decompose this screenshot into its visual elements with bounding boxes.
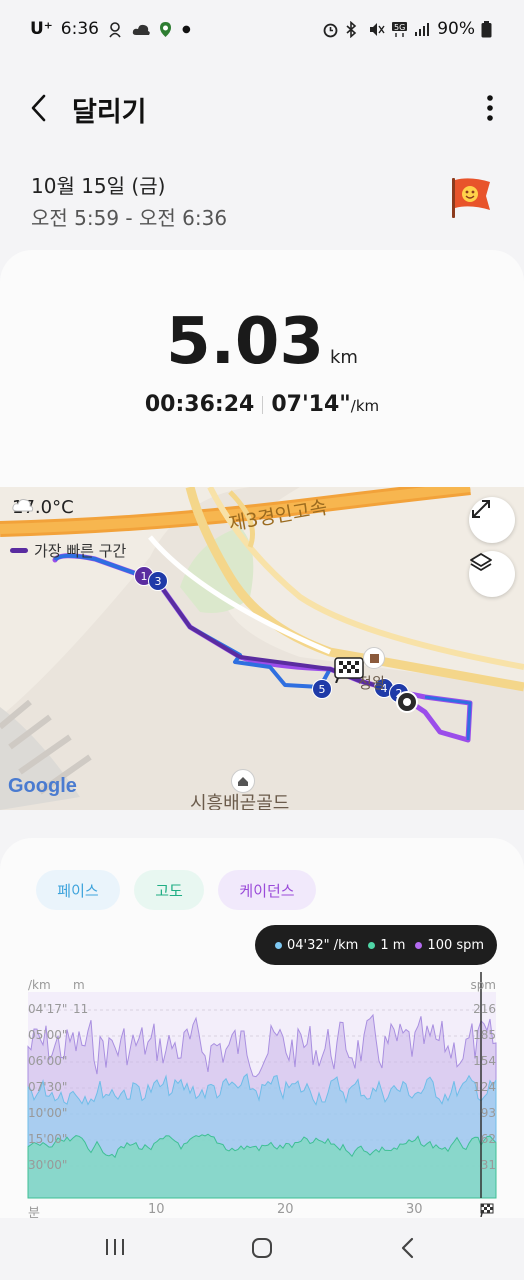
metrics-chart[interactable]: /km m spm 04'17" 11 05'00" 06'00" 07'30"… xyxy=(0,972,524,1218)
back-arrow-icon xyxy=(31,94,46,122)
pace-tick: 10'00" xyxy=(28,1106,68,1120)
distance-unit: km xyxy=(329,347,358,368)
more-options-button[interactable] xyxy=(484,92,496,124)
carrier-label: U⁺ xyxy=(30,19,53,39)
recent-apps-button[interactable] xyxy=(104,1236,126,1262)
home-button[interactable] xyxy=(250,1236,274,1264)
x-tick: 20 xyxy=(277,1202,294,1217)
cadence-dot xyxy=(415,941,423,949)
cadence-tick: 216 xyxy=(473,1002,496,1016)
5g-icon: 5G xyxy=(391,21,408,38)
summary-card: 5.03 km 00:36:24 07'14"/km 17.0°C 가장 빠른 … xyxy=(0,250,524,810)
cadence-tick: 124 xyxy=(473,1080,496,1094)
back-nav-button[interactable] xyxy=(398,1236,418,1264)
app-bar: 달리기 xyxy=(0,82,524,134)
elevation-axis-unit: m xyxy=(73,978,85,992)
pace-tick: 05'00" xyxy=(28,1028,68,1042)
more-vert-icon xyxy=(487,95,493,121)
metrics-chart-card: 페이스 고도 케이던스 04'32" /km 1 m 100 spm /km m… xyxy=(0,838,524,1218)
cadence-tick: 31 xyxy=(480,1158,496,1172)
cadence-axis-unit: spm xyxy=(470,978,496,992)
legend-label: 가장 빠른 구간 xyxy=(34,542,127,560)
session-date: 10월 15일 (금) xyxy=(31,174,166,198)
cadence-tick: 93 xyxy=(480,1106,496,1120)
battery-percent: 90% xyxy=(437,19,475,39)
cadence-tick: 62 xyxy=(480,1132,496,1146)
map-layers-button[interactable] xyxy=(469,551,515,597)
flag-badge-icon[interactable] xyxy=(448,176,494,220)
tooltip-pace-value: 04'32" /km xyxy=(287,937,359,953)
pace-tick: 06'00" xyxy=(28,1054,68,1068)
avg-pace-unit: /km xyxy=(350,397,380,415)
route-map[interactable]: 17.0°C 가장 빠른 구간 제3경인고속 1 3 5 4 2 정왕 시흥 xyxy=(0,487,524,810)
segment-marker-3: 3 xyxy=(148,571,168,591)
tooltip-pace: 04'32" /km xyxy=(275,938,358,953)
duration-pace-row: 00:36:24 07'14"/km xyxy=(0,392,524,417)
system-nav-bar xyxy=(0,1218,524,1280)
pace-dot xyxy=(275,941,282,949)
poi-label: 시흥배곧골드 xyxy=(190,793,290,810)
elevation-chip[interactable]: 고도 xyxy=(134,870,204,910)
metric-chips: 페이스 고도 케이던스 xyxy=(36,870,316,910)
battery-icon xyxy=(481,20,498,38)
fastest-segment-swatch xyxy=(10,548,28,553)
notification-dot: ● xyxy=(181,23,191,35)
distance-value: 5.03 xyxy=(166,305,324,379)
recents-icon xyxy=(106,1239,124,1255)
expand-icon xyxy=(472,500,490,518)
poi-shop-glyph xyxy=(370,654,379,663)
stat-divider xyxy=(262,396,264,414)
elevation-tick: 11 xyxy=(73,1002,89,1016)
layers-icon xyxy=(470,553,492,571)
poi-shop-icon xyxy=(363,647,385,669)
chart-tooltip: 04'32" /km 1 m 100 spm xyxy=(255,925,497,965)
status-time: 6:36 xyxy=(60,19,99,39)
cloud-icon xyxy=(132,21,150,38)
x-axis-finish-flag-icon xyxy=(480,1202,494,1218)
pace-axis-unit: /km xyxy=(28,978,51,992)
cadence-tick: 185 xyxy=(473,1028,496,1042)
pace-tick: 30'00" xyxy=(28,1158,68,1172)
page-title: 달리기 xyxy=(72,97,147,128)
session-time-range: 오전 5:59 - 오전 6:36 xyxy=(31,206,228,230)
google-attribution: Google xyxy=(8,775,77,798)
start-marker-dot xyxy=(403,698,411,706)
cadence-tick: 154 xyxy=(473,1054,496,1068)
distance-display: 5.03 km xyxy=(0,305,524,379)
pace-tick: 15'00" xyxy=(28,1132,68,1146)
elevation-dot xyxy=(368,941,376,949)
pace-tick: 04'17" xyxy=(28,1002,68,1016)
weather-info: 17.0°C xyxy=(12,497,74,518)
map-legend: 가장 빠른 구간 xyxy=(10,540,126,561)
cloud-weather-icon xyxy=(12,499,34,512)
tooltip-cadence: 100 spm xyxy=(415,938,484,953)
avg-pace-value: 07'14" xyxy=(271,392,351,417)
mute-icon xyxy=(368,21,385,38)
back-nav-icon xyxy=(401,1237,414,1259)
duration-value: 00:36:24 xyxy=(144,392,255,417)
back-button[interactable] xyxy=(26,90,54,126)
expand-map-button[interactable] xyxy=(469,497,515,543)
signal-icon xyxy=(414,21,431,38)
tooltip-elevation: 1 m xyxy=(368,938,405,953)
google-logo-text: Google xyxy=(8,775,77,797)
start-marker-icon xyxy=(396,691,418,713)
svg-text:5G: 5G xyxy=(394,23,405,32)
bluetooth-icon xyxy=(345,20,362,38)
cadence-chip[interactable]: 케이던스 xyxy=(218,870,316,910)
segment-marker-5: 5 xyxy=(312,679,332,699)
x-tick: 30 xyxy=(406,1202,423,1217)
pace-chip[interactable]: 페이스 xyxy=(36,870,120,910)
dog-icon xyxy=(107,21,124,38)
status-bar: U⁺ 6:36 ● 5G 90% xyxy=(0,0,524,58)
home-nav-icon xyxy=(252,1238,272,1258)
x-tick: 10 xyxy=(148,1202,165,1217)
alarm-icon xyxy=(322,21,339,38)
tooltip-elevation-value: 1 m xyxy=(380,937,406,953)
map-canvas xyxy=(0,487,524,810)
pace-tick: 07'30" xyxy=(28,1080,68,1094)
maps-icon xyxy=(157,21,174,38)
tooltip-cadence-value: 100 spm xyxy=(427,937,485,953)
x-axis-unit: 분 xyxy=(28,1206,40,1218)
